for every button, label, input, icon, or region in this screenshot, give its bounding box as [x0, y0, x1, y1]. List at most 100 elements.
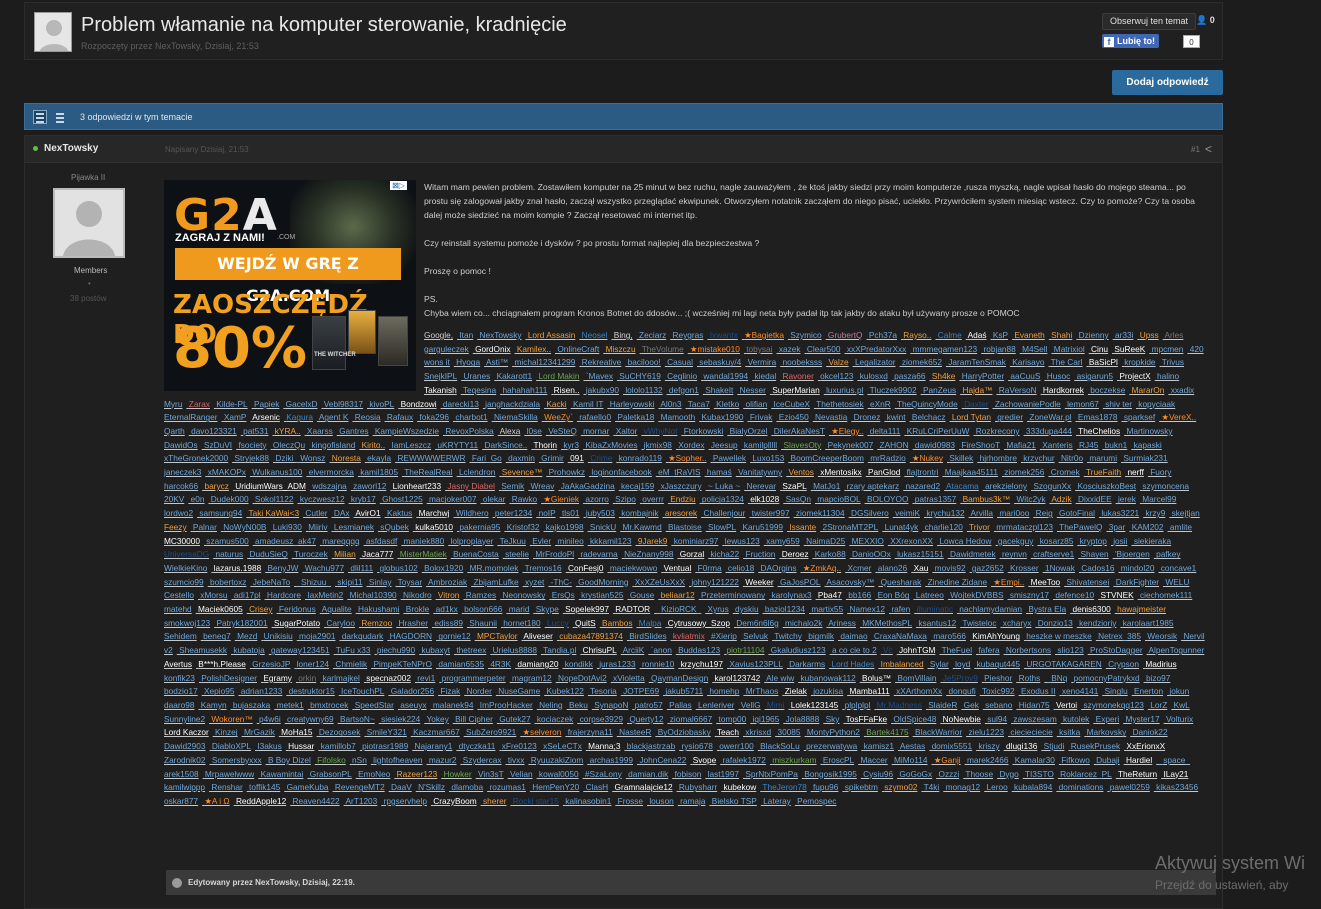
online-user-link[interactable]: SnickU	[590, 522, 616, 532]
online-user-link[interactable]: Frosse	[618, 796, 643, 806]
online-user-link[interactable]: szumcio99	[164, 577, 204, 587]
online-user-link[interactable]: TheVolume	[642, 344, 684, 354]
online-user-link[interactable]: DixxidEE	[1078, 494, 1112, 504]
online-user-link[interactable]: _Shizuu_	[296, 577, 331, 587]
online-user-link[interactable]: 2StronaMT2PL	[822, 522, 878, 532]
online-user-link[interactable]: Sh4ke	[932, 371, 956, 381]
online-user-link[interactable]: orkin	[298, 673, 316, 683]
online-user-link[interactable]: Bystra Ela	[1028, 604, 1066, 614]
online-user-link[interactable]: zielu1223	[968, 727, 1004, 737]
ad-cta-button[interactable]: WEJDŹ W GRĘ Z G2A.COM	[175, 248, 401, 305]
online-user-link[interactable]: marumi	[1089, 453, 1117, 463]
online-user-link[interactable]: ConFesj0	[568, 563, 604, 573]
online-user-link[interactable]: dlugi136	[1006, 741, 1037, 751]
online-user-link[interactable]: kropkide	[1124, 357, 1155, 367]
online-user-link[interactable]: Lolek123145	[791, 700, 839, 710]
online-user-link[interactable]: craftserve1	[1033, 549, 1074, 559]
online-user-link[interactable]: Buddas123	[678, 645, 720, 655]
online-user-link[interactable]: hjrhombre	[980, 453, 1017, 463]
online-user-link[interactable]: szymo02	[884, 782, 917, 792]
online-user-link[interactable]: Pallas	[669, 700, 692, 710]
online-user-link[interactable]: jkmix98	[644, 440, 672, 450]
online-user-link[interactable]: Toysar	[398, 577, 422, 587]
online-user-link[interactable]: hawajmeister	[1117, 604, 1166, 614]
online-user-link[interactable]: Neonowsky	[502, 590, 545, 600]
online-user-link[interactable]: davo123321	[191, 426, 237, 436]
online-user-link[interactable]: kryb17	[351, 494, 376, 504]
online-user-link[interactable]: SuCHY619	[619, 371, 661, 381]
online-user-link[interactable]: Roths	[1019, 673, 1041, 683]
ad-choices-icon[interactable]: ⊠▷	[390, 181, 407, 190]
online-user-link[interactable]: naturus	[216, 549, 244, 559]
online-user-link[interactable]: johny121222	[691, 577, 739, 587]
online-user-link[interactable]: 30085	[777, 727, 800, 737]
online-user-link[interactable]: Urielus8888	[493, 645, 537, 655]
online-user-link[interactable]: 4R3K	[490, 659, 511, 669]
online-user-link[interactable]: Trivor	[969, 522, 990, 532]
online-user-link[interactable]: Zielak	[785, 686, 807, 696]
online-user-link[interactable]: Gouse	[630, 590, 654, 600]
online-user-link[interactable]: MrThaos	[746, 686, 779, 696]
online-user-link[interactable]: Caryloo	[326, 618, 355, 628]
online-user-link[interactable]: Ariness	[828, 618, 856, 628]
online-user-link[interactable]: Wreav	[531, 481, 555, 491]
online-user-link[interactable]: Karisayo	[1012, 357, 1044, 367]
online-user-link[interactable]: SuReeK	[1114, 344, 1145, 354]
online-user-link[interactable]: FireShooT	[961, 440, 1000, 450]
online-user-link[interactable]: BlackSoLu	[760, 741, 800, 751]
online-user-link[interactable]: charbot1	[455, 412, 487, 422]
online-user-link[interactable]: Fizak	[440, 686, 460, 696]
online-user-link[interactable]: Shayen	[1081, 549, 1109, 559]
online-user-link[interactable]: RADTOR	[615, 604, 650, 614]
online-user-link[interactable]: Szipo	[615, 494, 636, 504]
online-user-link[interactable]: Karu51999	[742, 522, 783, 532]
online-user-link[interactable]: Hajda™	[962, 385, 992, 395]
online-user-link[interactable]: celio18	[728, 563, 754, 573]
online-user-link[interactable]: slio123	[1057, 645, 1083, 655]
online-user-link[interactable]: ksantus12	[918, 618, 956, 628]
online-user-link[interactable]: PimpeKTeNPrO	[373, 659, 432, 669]
online-user-link[interactable]: Mezd	[237, 631, 257, 641]
online-user-link[interactable]: Enerton	[1134, 686, 1163, 696]
online-user-link[interactable]: Eon Bóg	[878, 590, 910, 600]
online-user-link[interactable]: Darkarms	[789, 659, 825, 669]
online-user-link[interactable]: Aestas	[900, 741, 925, 751]
online-user-link[interactable]: michalo2k	[785, 618, 822, 628]
online-user-link[interactable]: Neosel	[582, 330, 608, 340]
online-user-link[interactable]: #Xierip	[711, 631, 737, 641]
online-user-link[interactable]: xVioletta	[613, 673, 645, 683]
online-user-link[interactable]: nerff	[1127, 467, 1143, 477]
online-user-link[interactable]: Bartek4175	[866, 727, 908, 737]
online-user-link[interactable]: karlmajkel	[323, 673, 360, 683]
online-user-link[interactable]: KosciuszkoBest	[1077, 481, 1136, 491]
online-user-link[interactable]: eM_tRaVIS	[658, 467, 700, 477]
online-user-link[interactable]: Gantres	[339, 426, 369, 436]
online-user-link[interactable]: Cestello	[164, 590, 194, 600]
online-user-link[interactable]: Fifolsko	[317, 755, 346, 765]
online-user-link[interactable]: Bambos	[602, 618, 632, 628]
online-user-link[interactable]: DiabloXPL	[212, 741, 251, 751]
online-user-link[interactable]: plplplpl	[845, 700, 871, 710]
online-user-link[interactable]: l0se	[527, 426, 542, 436]
online-user-link[interactable]: destruktor15	[289, 686, 335, 696]
online-user-link[interactable]: xkrisxd	[745, 727, 771, 737]
online-user-link[interactable]: MisterMatiek	[400, 549, 447, 559]
online-user-link[interactable]: LorZ	[1150, 700, 1167, 710]
online-user-link[interactable]: jakub5711	[665, 686, 703, 696]
online-user-link[interactable]: gredier	[997, 412, 1023, 422]
online-user-link[interactable]: revi1	[417, 673, 435, 683]
online-user-link[interactable]: Rozkrecony	[976, 426, 1020, 436]
online-user-link[interactable]: Shaunii	[469, 618, 497, 628]
online-user-link[interactable]: Hyoga	[456, 357, 480, 367]
online-user-link[interactable]: daxmin	[508, 453, 535, 463]
online-user-link[interactable]: lazarus.1988	[214, 563, 262, 573]
online-user-link[interactable]: Je5Prov9	[943, 673, 978, 683]
online-user-link[interactable]: Fuory	[1150, 467, 1171, 477]
online-user-link[interactable]: Fruction	[745, 549, 775, 559]
online-user-link[interactable]: owerr100	[719, 741, 754, 751]
online-user-link[interactable]: Cytrusowy_Szop	[668, 618, 730, 628]
online-user-link[interactable]: kiedal	[754, 371, 776, 381]
online-user-link[interactable]: JOTPE69	[623, 686, 659, 696]
online-user-link[interactable]: fobison	[675, 769, 702, 779]
online-user-link[interactable]: MararOn	[1132, 385, 1165, 395]
